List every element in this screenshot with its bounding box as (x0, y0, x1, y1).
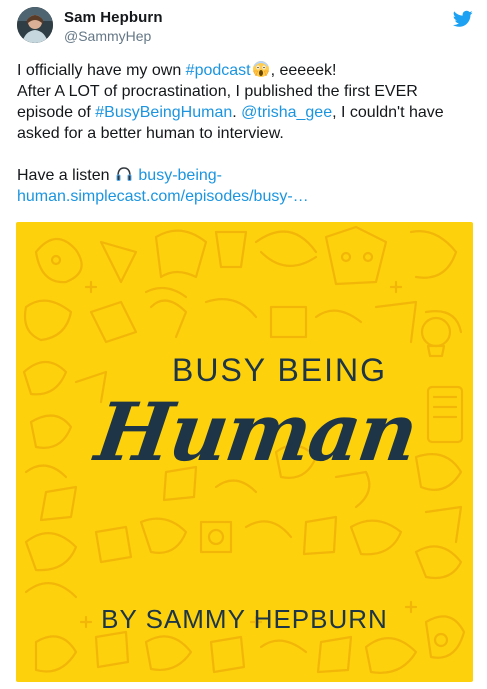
hashtag-podcast-link[interactable]: #podcast (186, 62, 251, 79)
tweet-text-segment: . (232, 104, 242, 121)
face-screaming-emoji-icon (252, 61, 269, 77)
tweet-text-segment: , I couldn't have (332, 104, 444, 121)
twitter-bird-icon[interactable] (453, 10, 473, 28)
tweet-text: I officially have my own #podcast , eeeee… (17, 60, 472, 207)
episode-link-part1[interactable]: busy-being- (138, 167, 222, 184)
tweet-line-5: Have a listen busy-being- (17, 165, 472, 186)
hashtag-busybeinghuman-link[interactable]: #BusyBeingHuman (95, 104, 232, 121)
headphone-emoji-icon (116, 167, 132, 181)
podcast-cover-image[interactable]: BUSY BEING Human BY SAMMY HEPBURN (16, 222, 473, 682)
tweet-line-1: I officially have my own #podcast , eeeee… (17, 60, 472, 81)
avatar[interactable] (17, 7, 53, 43)
tweet-card: Sam Hepburn @SammyHep I officially have … (0, 0, 487, 689)
tweet-line-2: After A LOT of procrastination, I publis… (17, 83, 418, 100)
tweet-line-3: episode of #BusyBeingHuman. @trisha_gee,… (17, 102, 472, 123)
cover-title-script: Human (90, 385, 422, 479)
tweet-text-segment: , eeeeek! (270, 62, 337, 79)
episode-link-part2[interactable]: human.simplecast.com/episodes/busy-… (17, 188, 309, 205)
tweet-text-segment: Have a listen (17, 167, 110, 184)
author-handle[interactable]: @SammyHep (64, 28, 151, 44)
tweet-text-segment: I officially have my own (17, 62, 186, 79)
author-name[interactable]: Sam Hepburn (64, 9, 163, 26)
avatar-photo (17, 7, 53, 43)
cover-byline: BY SAMMY HEPBURN (101, 604, 388, 634)
tweet-line-4: asked for a better human to interview. (17, 125, 284, 142)
tweet-text-segment: episode of (17, 104, 96, 121)
tweet-line-6: human.simplecast.com/episodes/busy-… (17, 186, 472, 207)
mention-trisha-gee-link[interactable]: @trisha_gee (241, 104, 332, 121)
